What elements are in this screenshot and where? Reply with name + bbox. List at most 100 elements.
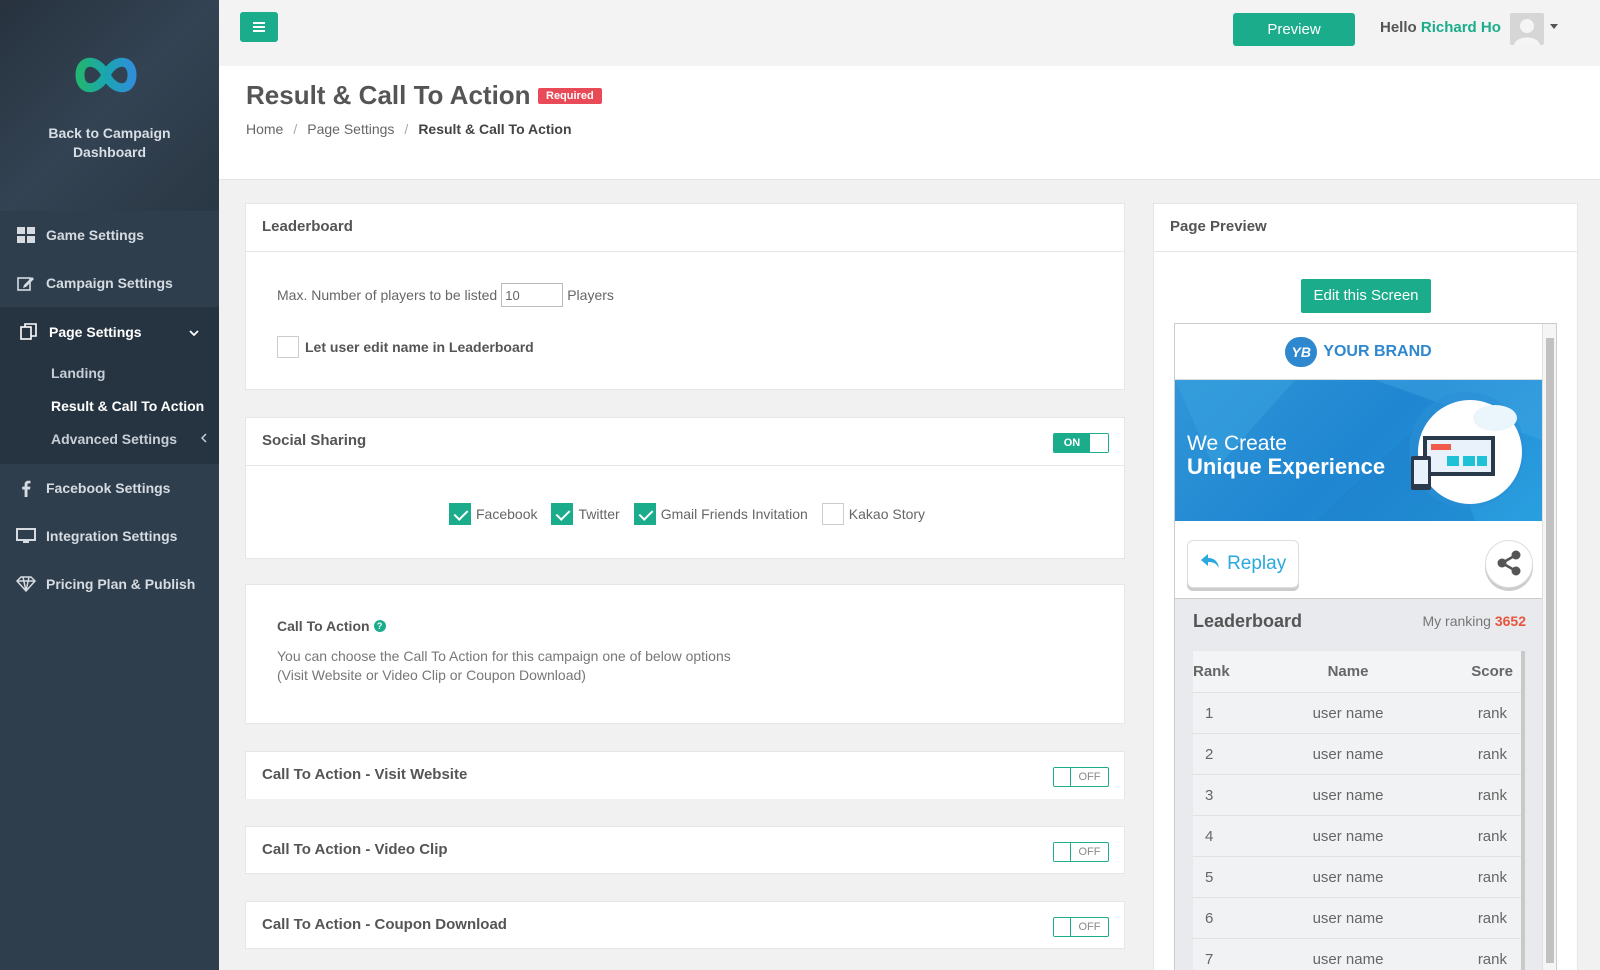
name-cell: user name bbox=[1312, 786, 1384, 804]
edit-name-checkbox[interactable] bbox=[277, 336, 299, 358]
max-players-input[interactable] bbox=[501, 283, 564, 307]
submenu-item-landing[interactable]: Landing bbox=[0, 357, 219, 390]
name-cell: user name bbox=[1312, 704, 1384, 722]
score-cell: rank bbox=[1477, 827, 1507, 845]
my-ranking-label: My ranking bbox=[1422, 613, 1491, 629]
panel-title: Call To Action - Video Clip bbox=[262, 841, 448, 858]
replay-label: Replay bbox=[1227, 553, 1287, 575]
cta-visit-website-toggle[interactable]: OFF bbox=[1053, 767, 1109, 787]
sidebar-item-campaign-settings[interactable]: Campaign Settings bbox=[0, 259, 219, 307]
replay-button[interactable]: Replay bbox=[1187, 540, 1299, 588]
grid-icon bbox=[16, 225, 36, 245]
kakao-story-label: Kakao Story bbox=[848, 506, 926, 522]
social-sharing-toggle[interactable]: ON bbox=[1053, 433, 1109, 453]
toggle-knob bbox=[1054, 768, 1071, 786]
promo-banner: We Create Unique Experience bbox=[1175, 380, 1542, 521]
sidebar-item-label: Facebook Settings bbox=[46, 480, 171, 496]
help-icon[interactable]: ? bbox=[373, 620, 386, 632]
menu-toggle-button[interactable] bbox=[240, 12, 278, 42]
score-cell: rank bbox=[1477, 704, 1507, 722]
submenu-item-advanced-settings[interactable]: Advanced Settings bbox=[0, 423, 219, 456]
required-badge: Required bbox=[538, 88, 602, 104]
facebook-checkbox[interactable] bbox=[449, 503, 471, 525]
rank-cell: 6 bbox=[1205, 909, 1214, 927]
name-cell: user name bbox=[1312, 827, 1384, 845]
cta-desc-line2: (Visit Website or Video Clip or Coupon D… bbox=[277, 667, 586, 683]
kakao-story-checkbox[interactable] bbox=[821, 503, 844, 525]
twitter-label: Twitter bbox=[578, 506, 620, 522]
breadcrumb: Home / Page Settings / Result & Call To … bbox=[246, 121, 572, 137]
user-name[interactable]: Richard Ho bbox=[1421, 19, 1501, 36]
facebook-icon bbox=[16, 478, 36, 498]
table-row: 3 user name rank bbox=[1193, 775, 1521, 816]
sidebar-header: Back to Campaign Dashboard bbox=[0, 0, 219, 211]
edit-screen-button[interactable]: Edit this Screen bbox=[1301, 279, 1431, 313]
table-row: 4 user name rank bbox=[1193, 816, 1521, 857]
submenu-item-label: Advanced Settings bbox=[51, 431, 178, 447]
call-to-action-panel: Call To Action ? You can choose the Call… bbox=[245, 584, 1125, 724]
cta-video-clip-panel: Call To Action - Video Clip OFF bbox=[245, 826, 1125, 874]
cta-visit-website-panel: Call To Action - Visit Website OFF bbox=[245, 751, 1125, 799]
user-greeting: Hello Richard Ho bbox=[1380, 19, 1501, 36]
panel-header: Social Sharing ON bbox=[246, 418, 1124, 466]
rank-cell: 4 bbox=[1205, 827, 1214, 845]
score-cell: rank bbox=[1477, 745, 1507, 763]
table-row: 6 user name rank bbox=[1193, 898, 1521, 939]
toggle-knob bbox=[1054, 918, 1071, 936]
toggle-label: ON bbox=[1054, 434, 1090, 452]
panel-title: Call To Action - Visit Website bbox=[262, 766, 468, 783]
cta-video-clip-toggle[interactable]: OFF bbox=[1053, 842, 1109, 862]
table-header: Rank Name Score bbox=[1193, 651, 1521, 693]
breadcrumb-separator: / bbox=[293, 121, 298, 137]
panel-title: Call To Action - Coupon Download bbox=[262, 916, 507, 933]
toggle-knob bbox=[1090, 434, 1108, 452]
panel-header: Call To Action - Video Clip OFF bbox=[246, 827, 1124, 875]
phone-preview: YB YOUR BRAND We Create Unique Experienc… bbox=[1174, 323, 1557, 970]
column-header: Name bbox=[1327, 663, 1369, 680]
avatar[interactable] bbox=[1510, 13, 1544, 45]
toggle-label: OFF bbox=[1078, 846, 1101, 858]
sidebar-item-label: Page Settings bbox=[49, 324, 142, 340]
diamond-icon bbox=[16, 574, 36, 594]
sidebar-item-pricing-publish[interactable]: Pricing Plan & Publish bbox=[0, 560, 219, 608]
sidebar: Back to Campaign Dashboard Game Settings… bbox=[0, 0, 219, 970]
column-header: Rank bbox=[1193, 663, 1230, 680]
breadcrumb-home[interactable]: Home bbox=[246, 121, 283, 137]
preview-scrollbar[interactable] bbox=[1542, 324, 1556, 970]
preview-button[interactable]: Preview bbox=[1233, 13, 1355, 46]
back-to-dashboard-link[interactable]: Back to Campaign Dashboard bbox=[0, 124, 219, 162]
my-ranking: My ranking 3652 bbox=[1422, 613, 1526, 629]
twitter-checkbox[interactable] bbox=[551, 503, 574, 525]
sidebar-item-integration-settings[interactable]: Integration Settings bbox=[0, 512, 219, 560]
gmail-invitation-checkbox[interactable] bbox=[633, 503, 656, 525]
monitor-icon bbox=[16, 526, 36, 546]
page-settings-submenu: Landing Result & Call To Action Advanced… bbox=[0, 357, 219, 464]
banner-line-1: We Create bbox=[1187, 432, 1287, 455]
sidebar-item-page-settings[interactable]: Page Settings bbox=[0, 307, 219, 357]
caret-down-icon[interactable] bbox=[1550, 24, 1558, 29]
players-label: Players bbox=[567, 287, 614, 303]
panel-title: Page Preview bbox=[1154, 204, 1577, 252]
scrollbar-thumb[interactable] bbox=[1546, 338, 1554, 963]
cta-coupon-download-toggle[interactable]: OFF bbox=[1053, 917, 1109, 937]
breadcrumb-page-settings[interactable]: Page Settings bbox=[307, 121, 394, 137]
table-row: 7 user name rank bbox=[1193, 939, 1521, 970]
cta-desc-line1: You can choose the Call To Action for th… bbox=[277, 648, 731, 664]
share-button[interactable] bbox=[1485, 540, 1533, 588]
cta-title-row: Call To Action ? bbox=[277, 618, 386, 634]
banner-line-2: Unique Experience bbox=[1187, 454, 1386, 479]
panel-title: Social Sharing bbox=[262, 432, 367, 449]
edit-icon bbox=[16, 273, 36, 293]
sidebar-item-game-settings[interactable]: Game Settings bbox=[0, 211, 219, 259]
name-cell: user name bbox=[1312, 745, 1384, 763]
panel-title: Leaderboard bbox=[246, 204, 1124, 252]
sidebar-item-facebook-settings[interactable]: Facebook Settings bbox=[0, 464, 219, 512]
social-options: Facebook Twitter Gmail Friends Invitatio… bbox=[449, 503, 925, 525]
sidebar-item-label: Integration Settings bbox=[46, 528, 178, 544]
preview-leaderboard: Leaderboard My ranking 3652 Rank Name Sc… bbox=[1175, 598, 1542, 970]
submenu-item-result-cta[interactable]: Result & Call To Action bbox=[0, 390, 219, 423]
back-link-line2: Dashboard bbox=[72, 144, 147, 160]
brand-logo-icon: YB bbox=[1285, 336, 1318, 367]
gmail-invitation-label: Gmail Friends Invitation bbox=[660, 506, 808, 522]
app-logo[interactable] bbox=[70, 50, 142, 100]
